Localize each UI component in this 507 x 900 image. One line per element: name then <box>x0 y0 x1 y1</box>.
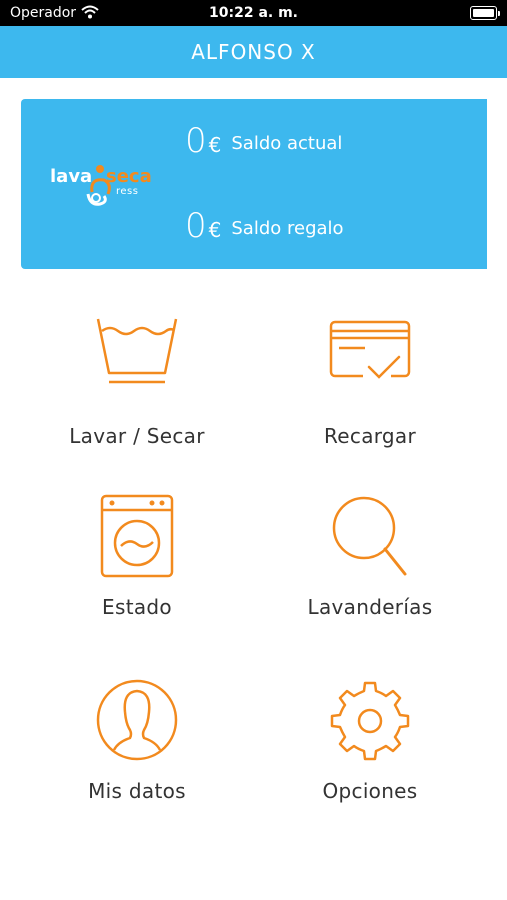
options-label: Opciones <box>322 779 418 803</box>
gear-icon <box>330 681 410 761</box>
wash-dry-button[interactable]: Lavar / Secar <box>17 317 257 467</box>
laundries-label: Lavanderías <box>307 595 433 619</box>
my-data-label: Mis datos <box>88 779 186 803</box>
status-bar: Operador 10:22 a. m. <box>0 0 507 26</box>
credit-card-icon <box>329 320 411 379</box>
page-title: ALFONSO X <box>191 40 316 64</box>
gift-balance: 0 € Saldo regalo <box>185 206 344 246</box>
current-balance-amount: 0 <box>185 121 207 161</box>
my-data-button[interactable]: Mis datos <box>17 678 257 828</box>
options-button[interactable]: Opciones <box>250 678 490 828</box>
currency-symbol: € <box>208 218 222 242</box>
laundries-button[interactable]: Lavanderías <box>250 494 490 644</box>
balance-card: lava seca ress 0 € Saldo actual 0 € Saldo re… <box>21 99 487 269</box>
gift-balance-label: Saldo regalo <box>231 218 344 239</box>
recharge-label: Recargar <box>324 424 416 448</box>
user-icon <box>96 679 178 761</box>
battery-icon <box>470 6 500 20</box>
current-balance-label: Saldo actual <box>231 133 343 154</box>
currency-symbol: € <box>208 133 222 157</box>
washing-machine-icon <box>100 494 174 578</box>
current-balance: 0 € Saldo actual <box>185 121 342 161</box>
clock: 10:22 a. m. <box>209 5 298 21</box>
recharge-button[interactable]: Recargar <box>250 317 490 467</box>
wash-basin-icon <box>96 318 178 384</box>
nav-bar: ALFONSO X <box>0 26 507 78</box>
gift-balance-amount: 0 <box>185 206 207 246</box>
status-label: Estado <box>102 595 172 619</box>
search-icon <box>332 496 407 576</box>
wash-dry-label: Lavar / Secar <box>69 424 205 448</box>
lavaseca-logo: lava seca ress <box>50 162 160 208</box>
status-button[interactable]: Estado <box>17 494 257 644</box>
